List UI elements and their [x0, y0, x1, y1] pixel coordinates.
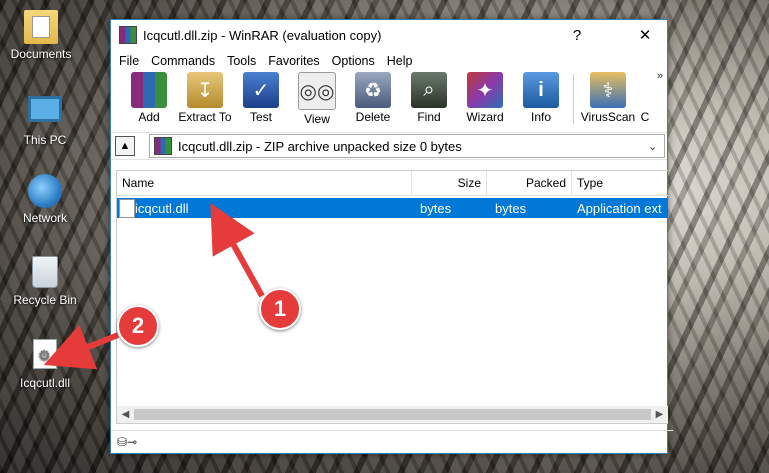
annotation-arrow-2: [43, 324, 120, 370]
annotation-badge-2: 2: [117, 305, 159, 347]
annotation-badge-1: 1: [259, 288, 301, 330]
annotation-arrow-1: [210, 203, 265, 298]
annotation-arrows: [43, 203, 265, 370]
